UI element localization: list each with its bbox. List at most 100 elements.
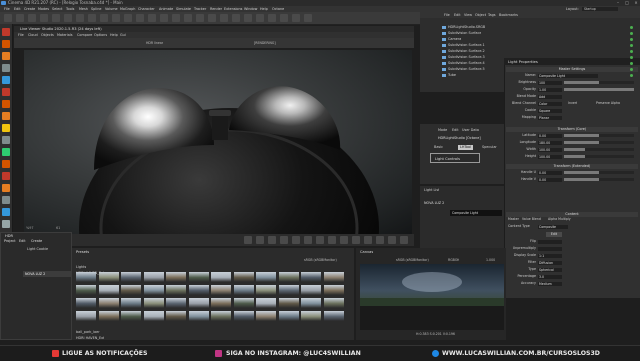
hdri-preset-thumbnail[interactable] xyxy=(121,298,141,308)
hdr-list-item[interactable]: NOVA LUZ 2 xyxy=(23,271,71,277)
hdri-preset-thumbnail[interactable] xyxy=(98,272,119,282)
hdri-preset-thumbnail[interactable] xyxy=(166,298,186,308)
toolbar-button[interactable] xyxy=(88,14,96,22)
object-item[interactable]: Subdivision Surface.5 xyxy=(448,67,485,72)
canvas-mode[interactable]: RGBOK xyxy=(448,258,459,262)
visibility-dot-icon[interactable] xyxy=(630,50,633,53)
tool-button[interactable] xyxy=(2,220,10,228)
toolbar-button[interactable] xyxy=(112,14,120,22)
viewer-control-button[interactable] xyxy=(340,236,348,244)
hdr-menu-edit[interactable]: Edit xyxy=(19,239,26,244)
toolbar-button[interactable] xyxy=(4,14,12,22)
toolbar-button[interactable] xyxy=(100,14,108,22)
viewer-control-button[interactable] xyxy=(388,236,396,244)
toolbar-button[interactable] xyxy=(208,14,216,22)
tool-button[interactable] xyxy=(2,196,10,204)
property-field[interactable]: Planar xyxy=(538,115,562,120)
viewer-control-button[interactable] xyxy=(328,236,336,244)
visibility-dot-icon[interactable] xyxy=(630,68,633,71)
viewer-control-button[interactable] xyxy=(256,236,264,244)
hdri-preset-thumbnail[interactable] xyxy=(143,298,164,308)
tool-button[interactable] xyxy=(2,52,10,60)
hdri-preset-thumbnail[interactable] xyxy=(188,272,209,282)
hdri-preset-thumbnail[interactable] xyxy=(188,311,209,321)
viewer-control-button[interactable] xyxy=(268,236,276,244)
tool-button[interactable] xyxy=(2,64,10,72)
canvas-preview[interactable] xyxy=(360,264,504,330)
hdri-preset-thumbnail[interactable] xyxy=(256,298,276,308)
attr-subtab-lhtool[interactable]: LHTool xyxy=(458,145,474,150)
hdri-preset-thumbnail[interactable] xyxy=(76,285,96,295)
viewer-control-button[interactable] xyxy=(304,236,312,244)
content-type-dropdown[interactable]: Composite xyxy=(538,224,568,229)
property-field[interactable]: 3.0 xyxy=(538,274,562,279)
property-field[interactable] xyxy=(538,246,562,251)
attr-subtab-basic[interactable]: Basic xyxy=(434,145,443,150)
toolbar-button[interactable] xyxy=(76,14,84,22)
hdri-preset-thumbnail[interactable] xyxy=(166,272,186,282)
object-item[interactable]: Camera xyxy=(448,37,461,42)
toolbar-button[interactable] xyxy=(64,14,72,22)
hdr-menu-project[interactable]: Project xyxy=(4,239,16,244)
hdri-preset-thumbnail[interactable] xyxy=(323,311,344,321)
property-field[interactable]: Spherical xyxy=(538,267,562,272)
tool-button[interactable] xyxy=(2,100,10,108)
edit-button[interactable]: Edit xyxy=(546,232,562,237)
object-item[interactable]: Subdivision Surface.2 xyxy=(448,49,485,54)
hdri-preset-thumbnail[interactable] xyxy=(143,285,164,295)
toolbar-button[interactable] xyxy=(220,14,228,22)
attr-tab-edit[interactable]: Edit xyxy=(452,128,459,133)
obj-menu-object[interactable]: Object xyxy=(475,12,486,18)
toolbar-button[interactable] xyxy=(124,14,132,22)
toolbar-button[interactable] xyxy=(268,14,276,22)
toolbar-button[interactable] xyxy=(52,14,60,22)
attr-subtab-specular[interactable]: Specular xyxy=(482,145,497,150)
tool-button[interactable] xyxy=(2,76,10,84)
property-field[interactable] xyxy=(538,239,562,244)
toolbar-button[interactable] xyxy=(196,14,204,22)
property-field[interactable]: Medium xyxy=(538,281,562,286)
tool-button[interactable] xyxy=(2,88,10,96)
hdri-preset-thumbnail[interactable] xyxy=(211,311,231,321)
hdr-menu-create[interactable]: Create xyxy=(31,239,42,244)
property-field[interactable]: 1:1 xyxy=(538,253,562,258)
hdri-preset-thumbnail[interactable] xyxy=(301,272,321,282)
object-item[interactable]: Tube xyxy=(448,73,456,78)
hdri-preset-thumbnail[interactable] xyxy=(76,272,96,282)
property-slider[interactable] xyxy=(564,134,634,137)
property-field[interactable]: 1.00 xyxy=(538,87,562,92)
hdri-preset-thumbnail[interactable] xyxy=(233,272,254,282)
name-field[interactable]: Composite Light xyxy=(538,73,598,78)
toolbar-button[interactable] xyxy=(280,14,288,22)
hdri-preset-thumbnail[interactable] xyxy=(143,272,164,282)
layout-dropdown[interactable]: Startup xyxy=(582,7,618,11)
property-field[interactable]: Square xyxy=(538,108,562,113)
tool-button[interactable] xyxy=(2,184,10,192)
viewer-control-button[interactable] xyxy=(352,236,360,244)
property-field[interactable]: 100.00 xyxy=(538,154,562,159)
hdri-preset-thumbnail[interactable] xyxy=(301,298,321,308)
object-item[interactable]: Subdivision Surface.1 xyxy=(448,43,485,48)
hdri-preset-thumbnail[interactable] xyxy=(256,285,276,295)
object-item[interactable]: Subdivision Surface xyxy=(448,31,481,36)
presets-tab-lights[interactable]: Lights xyxy=(76,265,86,269)
toolbar-button[interactable] xyxy=(172,14,180,22)
viewer-control-button[interactable] xyxy=(364,236,372,244)
visibility-dot-icon[interactable] xyxy=(630,74,633,77)
hdri-preset-thumbnail[interactable] xyxy=(233,311,254,321)
hdri-preset-thumbnail[interactable] xyxy=(256,311,276,321)
hdri-preset-thumbnail[interactable] xyxy=(323,298,344,308)
viewer-control-button[interactable] xyxy=(376,236,384,244)
tool-button[interactable] xyxy=(2,40,10,48)
tool-button[interactable] xyxy=(2,112,10,120)
hdri-preset-thumbnail[interactable] xyxy=(121,272,141,282)
hdri-preset-thumbnail[interactable] xyxy=(278,311,299,321)
hdri-preset-thumbnail[interactable] xyxy=(278,298,299,308)
tool-button[interactable] xyxy=(2,160,10,168)
content-tab-master[interactable]: Master xyxy=(508,217,519,221)
toolbar-button[interactable] xyxy=(292,14,300,22)
toolbar-button[interactable] xyxy=(136,14,144,22)
light-list-item[interactable]: NOVA LUZ 2 xyxy=(424,201,444,205)
viewer-control-button[interactable] xyxy=(244,236,252,244)
hdri-preset-thumbnail[interactable] xyxy=(98,285,119,295)
